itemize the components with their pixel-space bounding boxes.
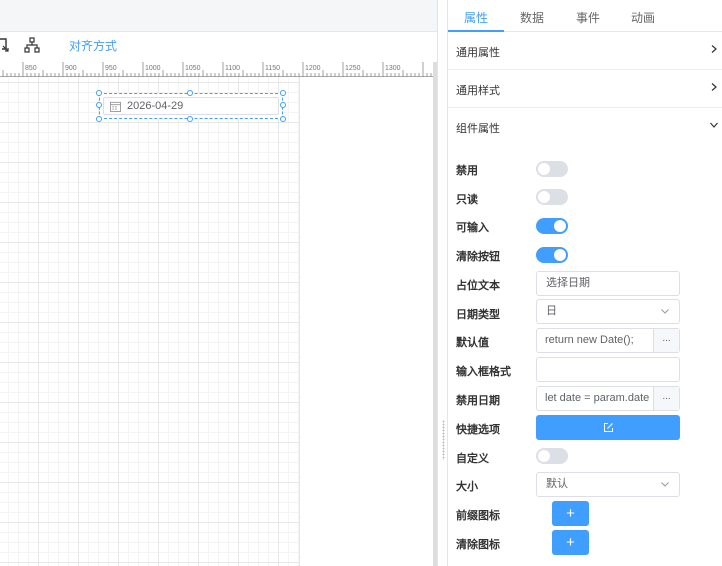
section-common-props[interactable]: 通用属性 [448,32,722,70]
prop-label-custom: 自定义 [456,453,489,465]
prop-label-editable: 可输入 [456,222,489,234]
placeholder-input[interactable]: 选择日期 [536,271,680,296]
plus-icon: + [566,534,575,551]
date-picker-input[interactable]: 2026-04-29 [103,97,279,115]
prop-label-size: 大小 [456,481,478,493]
default-value-input[interactable]: return new Date(); [545,329,653,352]
resize-handle-t[interactable] [187,90,193,96]
panel-splitter[interactable] [437,0,448,566]
prop-label-input-format: 输入框格式 [456,366,511,378]
chevron-down-icon [710,122,718,128]
switch-knob [538,191,550,203]
date-picker-widget[interactable]: 2026-04-29 [99,93,283,119]
prop-label-placeholder: 占位文本 [456,280,500,292]
prop-label-disabled: 禁用 [456,165,478,177]
tab-data[interactable]: 数据 [520,9,544,26]
ruler-tick-label: 1300 [385,65,401,72]
ruler-tick-label: 1100 [225,65,240,72]
resize-handle-r[interactable] [280,102,286,108]
size-select[interactable]: 默认 [536,472,680,497]
section-title: 通用样式 [456,85,500,97]
ruler-tick-label: 1000 [145,65,161,72]
prop-label-disabled-date: 禁用日期 [456,395,500,407]
edit-icon [603,423,613,432]
select-cursor-icon[interactable] [0,37,10,53]
align-button[interactable]: 对齐方式 [69,37,117,54]
prop-label-prefix-icon: 前缀图标 [456,510,500,522]
readonly-switch[interactable] [536,189,568,205]
disabled-switch[interactable] [536,161,568,177]
prop-label-clearable: 清除按钮 [456,251,500,263]
ruler-tick-label: 1200 [305,65,321,72]
resize-handle-br[interactable] [280,116,286,122]
workspace [0,77,437,566]
ruler-tick-label: 850 [25,65,37,72]
switch-knob [554,249,566,261]
switch-knob [538,450,550,462]
chevron-down-icon [661,309,669,314]
property-panel: 属性 数据 事件 动画 通用属性 通用样式 组件属性 禁用 只读 可输入 清除按… [448,0,722,566]
editable-switch[interactable] [536,218,568,234]
custom-switch[interactable] [536,448,568,464]
size-value: 默认 [546,478,568,490]
plus-icon: + [566,505,575,522]
tab-animation[interactable]: 动画 [631,9,655,26]
ruler-tick-label: 1050 [185,65,201,72]
splitter-grip-icon[interactable] [442,420,445,460]
resize-handle-b[interactable] [187,116,193,122]
disabled-date-field: let date = param.date ... [536,386,680,411]
section-title: 通用属性 [456,47,500,59]
designer-canvas-area: 对齐方式 850 900 950 1000 1050 1100 1150 1200 1250 13… [0,0,437,566]
ruler-tick-label: 950 [105,65,117,72]
prefix-icon-add-button[interactable]: + [552,501,589,526]
chevron-down-icon [661,482,669,487]
prop-label-default-value: 默认值 [456,337,489,349]
prop-label-clear-icon: 清除图标 [456,539,500,551]
default-value-field: return new Date(); ... [536,328,680,353]
date-value: 2026-04-29 [127,100,184,112]
top-strip [0,0,437,32]
chevron-right-icon [711,45,717,53]
panel-tabs: 属性 数据 事件 动画 [448,0,722,32]
ruler-ticks: 850 900 950 1000 1050 1100 1150 1200 1250 1300 [2,62,432,77]
date-type-value: 日 [546,305,557,317]
clearable-switch[interactable] [536,247,568,263]
prop-label-readonly: 只读 [456,194,478,206]
ruler-tick-label: 900 [65,65,77,72]
switch-knob [538,163,550,175]
default-value-more-button[interactable]: ... [653,329,679,352]
tab-properties[interactable]: 属性 [464,9,488,26]
chevron-right-icon [711,83,717,91]
tab-events[interactable]: 事件 [576,9,600,26]
disabled-date-input[interactable]: let date = param.date [545,387,653,410]
date-type-select[interactable]: 日 [536,299,680,324]
section-common-style[interactable]: 通用样式 [448,70,722,108]
shortcuts-edit-button[interactable] [536,415,680,440]
section-title: 组件属性 [456,123,500,135]
section-component-props[interactable]: 组件属性 [448,108,722,146]
prop-label-date-type: 日期类型 [456,309,500,321]
resize-handle-l[interactable] [96,102,102,108]
disabled-date-more-button[interactable]: ... [653,387,679,410]
clear-icon-add-button[interactable]: + [552,530,589,555]
resize-handle-tr[interactable] [280,90,286,96]
ruler-tick-label: 1250 [345,65,361,72]
grid-background [0,77,300,566]
resize-handle-tl[interactable] [96,90,102,96]
resize-handle-bl[interactable] [96,116,102,122]
input-format-input[interactable] [536,357,680,382]
horizontal-ruler: 850 900 950 1000 1050 1100 1150 1200 1250 1300 [0,62,437,77]
calendar-icon [110,101,121,112]
tree-structure-icon[interactable] [24,37,40,53]
switch-knob [554,220,566,232]
prop-label-shortcuts: 快捷选项 [456,424,500,436]
ruler-tick-label: 1150 [265,65,280,72]
